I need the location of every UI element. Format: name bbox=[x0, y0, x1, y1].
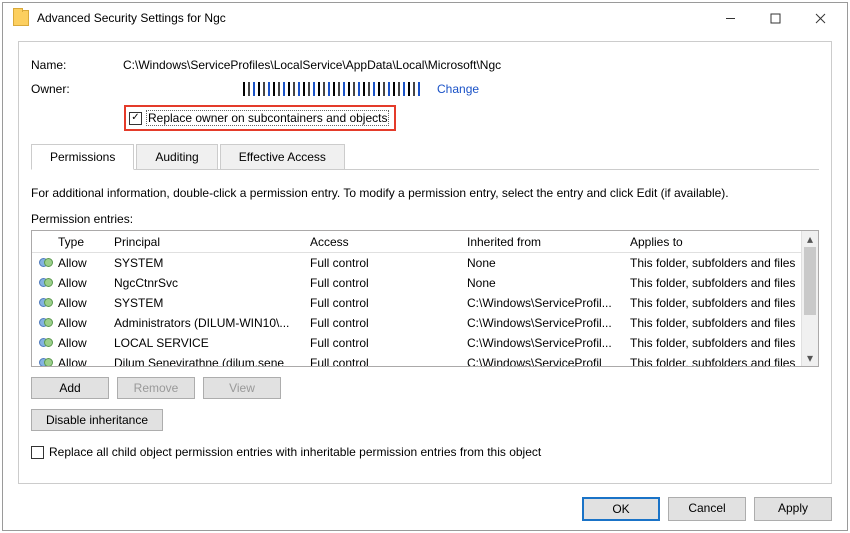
replace-owner-checkbox[interactable]: ✓ bbox=[129, 112, 142, 125]
users-icon bbox=[39, 297, 54, 309]
cell-type: Allow bbox=[54, 316, 110, 330]
cell-principal: LOCAL SERVICE bbox=[110, 336, 306, 350]
security-settings-window: Advanced Security Settings for Ngc Name:… bbox=[2, 2, 848, 531]
change-owner-link[interactable]: Change bbox=[437, 82, 479, 96]
table-row[interactable]: AllowSYSTEMFull controlNoneThis folder, … bbox=[32, 253, 801, 273]
table-row[interactable]: AllowLOCAL SERVICEFull controlC:\Windows… bbox=[32, 333, 801, 353]
cell-access: Full control bbox=[306, 276, 463, 290]
cell-applies: This folder, subfolders and files bbox=[626, 256, 801, 270]
scroll-up-icon[interactable]: ▴ bbox=[802, 231, 819, 247]
view-button[interactable]: View bbox=[203, 377, 281, 399]
tab-permissions[interactable]: Permissions bbox=[31, 144, 134, 170]
add-button[interactable]: Add bbox=[31, 377, 109, 399]
cell-principal: Administrators (DILUM-WIN10\... bbox=[110, 316, 306, 330]
table-header: Type Principal Access Inherited from App… bbox=[32, 231, 801, 253]
cell-inherited: C:\Windows\ServiceProfil... bbox=[463, 296, 626, 310]
cell-inherited: C:\Windows\ServiceProfil bbox=[463, 356, 626, 366]
close-button[interactable] bbox=[798, 4, 843, 32]
permission-entries-label: Permission entries: bbox=[31, 212, 819, 226]
users-icon bbox=[39, 257, 54, 269]
col-applies[interactable]: Applies to bbox=[626, 235, 801, 249]
col-principal[interactable]: Principal bbox=[110, 235, 306, 249]
users-icon bbox=[39, 337, 54, 349]
folder-icon bbox=[13, 10, 29, 26]
cancel-button[interactable]: Cancel bbox=[668, 497, 746, 521]
maximize-button[interactable] bbox=[753, 4, 798, 32]
vertical-scrollbar[interactable]: ▴ ▾ bbox=[801, 231, 818, 366]
cell-principal: SYSTEM bbox=[110, 256, 306, 270]
cell-access: Full control bbox=[306, 316, 463, 330]
cell-access: Full control bbox=[306, 256, 463, 270]
tab-bar: Permissions Auditing Effective Access bbox=[31, 144, 819, 170]
cell-access: Full control bbox=[306, 336, 463, 350]
info-text: For additional information, double-click… bbox=[31, 186, 819, 200]
users-icon bbox=[39, 277, 54, 289]
table-row[interactable]: AllowSYSTEMFull controlC:\Windows\Servic… bbox=[32, 293, 801, 313]
permissions-table: Type Principal Access Inherited from App… bbox=[31, 230, 819, 367]
cell-inherited: None bbox=[463, 276, 626, 290]
content-panel: Name: C:\Windows\ServiceProfiles\LocalSe… bbox=[18, 41, 832, 484]
cell-type: Allow bbox=[54, 336, 110, 350]
tab-effective-access[interactable]: Effective Access bbox=[220, 144, 345, 170]
cell-access: Full control bbox=[306, 356, 463, 366]
cell-applies: This folder, subfolders and files bbox=[626, 316, 801, 330]
cell-type: Allow bbox=[54, 356, 110, 366]
users-icon bbox=[39, 357, 54, 366]
tab-auditing[interactable]: Auditing bbox=[136, 144, 217, 170]
cell-applies: This folder, subfolders and files bbox=[626, 296, 801, 310]
cell-inherited: None bbox=[463, 256, 626, 270]
titlebar: Advanced Security Settings for Ngc bbox=[3, 3, 847, 33]
scroll-down-icon[interactable]: ▾ bbox=[802, 350, 819, 366]
cell-inherited: C:\Windows\ServiceProfil... bbox=[463, 316, 626, 330]
cell-type: Allow bbox=[54, 296, 110, 310]
highlight-annotation: ✓ Replace owner on subcontainers and obj… bbox=[124, 105, 396, 131]
cell-applies: This folder, subfolders and files bbox=[626, 276, 801, 290]
col-inherited[interactable]: Inherited from bbox=[463, 235, 626, 249]
cell-applies: This folder, subfolders and files bbox=[626, 336, 801, 350]
apply-button[interactable]: Apply bbox=[754, 497, 832, 521]
cell-inherited: C:\Windows\ServiceProfil... bbox=[463, 336, 626, 350]
owner-value-redacted bbox=[243, 82, 423, 96]
cell-type: Allow bbox=[54, 256, 110, 270]
cell-principal: Dilum Senevirathne (dilum.sene bbox=[110, 356, 306, 366]
replace-child-label: Replace all child object permission entr… bbox=[49, 445, 541, 459]
name-label: Name: bbox=[31, 58, 123, 72]
minimize-button[interactable] bbox=[708, 4, 753, 32]
name-value: C:\Windows\ServiceProfiles\LocalService\… bbox=[123, 58, 501, 72]
remove-button[interactable]: Remove bbox=[117, 377, 195, 399]
cell-principal: SYSTEM bbox=[110, 296, 306, 310]
replace-child-checkbox[interactable] bbox=[31, 446, 44, 459]
window-title: Advanced Security Settings for Ngc bbox=[35, 11, 708, 25]
disable-inheritance-button[interactable]: Disable inheritance bbox=[31, 409, 163, 431]
owner-label: Owner: bbox=[31, 82, 123, 96]
cell-principal: NgcCtnrSvc bbox=[110, 276, 306, 290]
cell-access: Full control bbox=[306, 296, 463, 310]
replace-owner-label: Replace owner on subcontainers and objec… bbox=[146, 110, 389, 126]
table-row[interactable]: AllowAdministrators (DILUM-WIN10\...Full… bbox=[32, 313, 801, 333]
users-icon bbox=[39, 317, 54, 329]
cell-applies: This folder, subfolders and files bbox=[626, 356, 801, 366]
table-row[interactable]: AllowDilum Senevirathne (dilum.seneFull … bbox=[32, 353, 801, 366]
ok-button[interactable]: OK bbox=[582, 497, 660, 521]
cell-type: Allow bbox=[54, 276, 110, 290]
table-row[interactable]: AllowNgcCtnrSvcFull controlNoneThis fold… bbox=[32, 273, 801, 293]
scroll-thumb[interactable] bbox=[804, 247, 816, 315]
col-access[interactable]: Access bbox=[306, 235, 463, 249]
col-type[interactable]: Type bbox=[54, 235, 110, 249]
dialog-buttons: OK Cancel Apply bbox=[582, 497, 832, 521]
